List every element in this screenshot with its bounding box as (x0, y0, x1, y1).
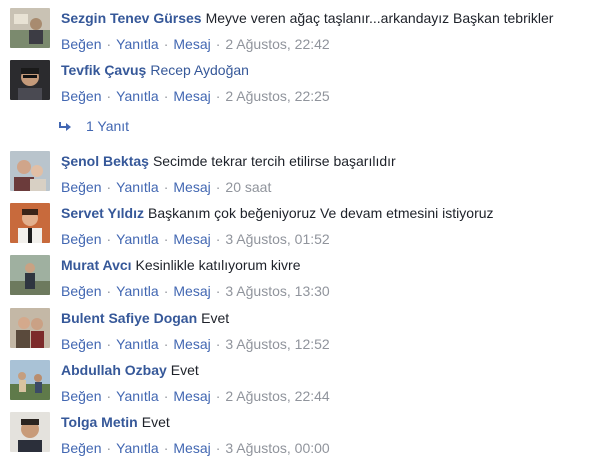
comment-item: Murat Avcı Kesinlikle katılıyorum kivre B… (0, 255, 614, 307)
avatar[interactable] (10, 308, 50, 348)
message-button[interactable]: Mesaj (173, 440, 210, 456)
comment-author[interactable]: Sezgin Tenev Gürses (61, 10, 202, 26)
separator: · (163, 36, 169, 52)
comment-text: Meyve veren ağaç taşlanır...arkandayız B… (205, 10, 554, 26)
comment-item: Servet Yıldız Başkanım çok beğeniyoruz Ve… (0, 203, 614, 255)
avatar[interactable] (10, 360, 50, 400)
comment-author[interactable]: Bulent Safiye Dogan (61, 310, 197, 326)
comment-timestamp[interactable]: 3 Ağustos, 13:30 (225, 283, 329, 299)
comment-text: Evet (170, 362, 199, 378)
comment-author[interactable]: Şenol Bektaş (61, 153, 149, 169)
comment-text: Evet (201, 310, 230, 326)
like-button[interactable]: Beğen (61, 388, 101, 404)
message-button[interactable]: Mesaj (173, 179, 210, 195)
comment-timestamp[interactable]: 3 Ağustos, 00:00 (225, 440, 329, 456)
comment-text: Secimde tekrar tercih etilirse başarılıd… (152, 153, 396, 169)
separator: · (163, 88, 169, 104)
comment-item: Şenol Bektaş Secimde tekrar tercih etilir… (0, 151, 614, 203)
like-button[interactable]: Beğen (61, 336, 101, 352)
reply-button[interactable]: Yanıtla (116, 179, 159, 195)
reply-arrow-icon (59, 122, 71, 132)
comment-item: Sezgin Tenev Gürses Meyve veren ağaç taşl… (0, 8, 614, 60)
comment-timestamp[interactable]: 2 Ağustos, 22:44 (225, 388, 329, 404)
reply-button[interactable]: Yanıtla (116, 88, 159, 104)
avatar[interactable] (10, 203, 50, 243)
separator: · (106, 388, 112, 404)
separator: · (215, 388, 221, 404)
like-button[interactable]: Beğen (61, 88, 101, 104)
separator: · (215, 440, 221, 456)
comment-author[interactable]: Murat Avcı (61, 257, 132, 273)
comment-author[interactable]: Tolga Metin (61, 414, 138, 430)
avatar[interactable] (10, 151, 50, 191)
separator: · (215, 336, 221, 352)
separator: · (106, 179, 112, 195)
reply-button[interactable]: Yanıtla (116, 231, 159, 247)
message-button[interactable]: Mesaj (173, 88, 210, 104)
like-button[interactable]: Beğen (61, 231, 101, 247)
view-replies-link[interactable]: 1 Yanıt (58, 116, 129, 136)
comment-item: Bulent Safiye Dogan Evet Beğen · Yanıtla · Me… (0, 308, 614, 360)
reply-button[interactable]: Yanıtla (116, 336, 159, 352)
replies-count-label[interactable]: 1 Yanıt (86, 118, 129, 134)
separator: · (215, 231, 221, 247)
separator: · (106, 283, 112, 299)
separator: · (106, 231, 112, 247)
reply-button[interactable]: Yanıtla (116, 388, 159, 404)
comment-timestamp[interactable]: 2 Ağustos, 22:42 (225, 36, 329, 52)
message-button[interactable]: Mesaj (173, 336, 210, 352)
comment-text: Evet (141, 414, 170, 430)
separator: · (215, 179, 221, 195)
message-button[interactable]: Mesaj (173, 388, 210, 404)
comment-item: Tevfik Çavuş Recep Aydoğan Beğen · Yanıtla ·… (0, 60, 614, 112)
like-button[interactable]: Beğen (61, 440, 101, 456)
comment-text: Başkanım çok beğeniyoruz Ve devam etmesi… (148, 205, 494, 221)
avatar[interactable] (10, 255, 50, 295)
separator: · (163, 388, 169, 404)
separator: · (163, 336, 169, 352)
reply-button[interactable]: Yanıtla (116, 36, 159, 52)
reply-button[interactable]: Yanıtla (116, 440, 159, 456)
avatar[interactable] (10, 8, 50, 48)
separator: · (215, 36, 221, 52)
comment-timestamp[interactable]: 20 saat (225, 179, 271, 195)
avatar[interactable] (10, 412, 50, 452)
reply-button[interactable]: Yanıtla (116, 283, 159, 299)
tagged-name[interactable]: Recep Aydoğan (150, 62, 249, 78)
separator: · (106, 88, 112, 104)
separator: · (163, 440, 169, 456)
message-button[interactable]: Mesaj (173, 231, 210, 247)
avatar[interactable] (10, 60, 50, 100)
message-button[interactable]: Mesaj (173, 36, 210, 52)
like-button[interactable]: Beğen (61, 179, 101, 195)
separator: · (106, 336, 112, 352)
comment-author[interactable]: Tevfik Çavuş (61, 62, 146, 78)
separator: · (106, 36, 112, 52)
separator: · (163, 179, 169, 195)
separator: · (163, 231, 169, 247)
comment-item: Tolga Metin Evet Beğen · Yanıtla · Mesaj · 3 Ağ… (0, 412, 614, 464)
comment-author[interactable]: Servet Yıldız (61, 205, 144, 221)
comment-author[interactable]: Abdullah Ozbay (61, 362, 167, 378)
comment-item: Abdullah Ozbay Evet Beğen · Yanıtla · Mesaj · 2… (0, 360, 614, 412)
like-button[interactable]: Beğen (61, 283, 101, 299)
comment-timestamp[interactable]: 2 Ağustos, 22:25 (225, 88, 329, 104)
separator: · (215, 283, 221, 299)
comment-text: Kesinlikle katılıyorum kivre (135, 257, 301, 273)
separator: · (163, 283, 169, 299)
comment-timestamp[interactable]: 3 Ağustos, 12:52 (225, 336, 329, 352)
separator: · (215, 88, 221, 104)
comment-timestamp[interactable]: 3 Ağustos, 01:52 (225, 231, 329, 247)
separator: · (106, 440, 112, 456)
like-button[interactable]: Beğen (61, 36, 101, 52)
message-button[interactable]: Mesaj (173, 283, 210, 299)
